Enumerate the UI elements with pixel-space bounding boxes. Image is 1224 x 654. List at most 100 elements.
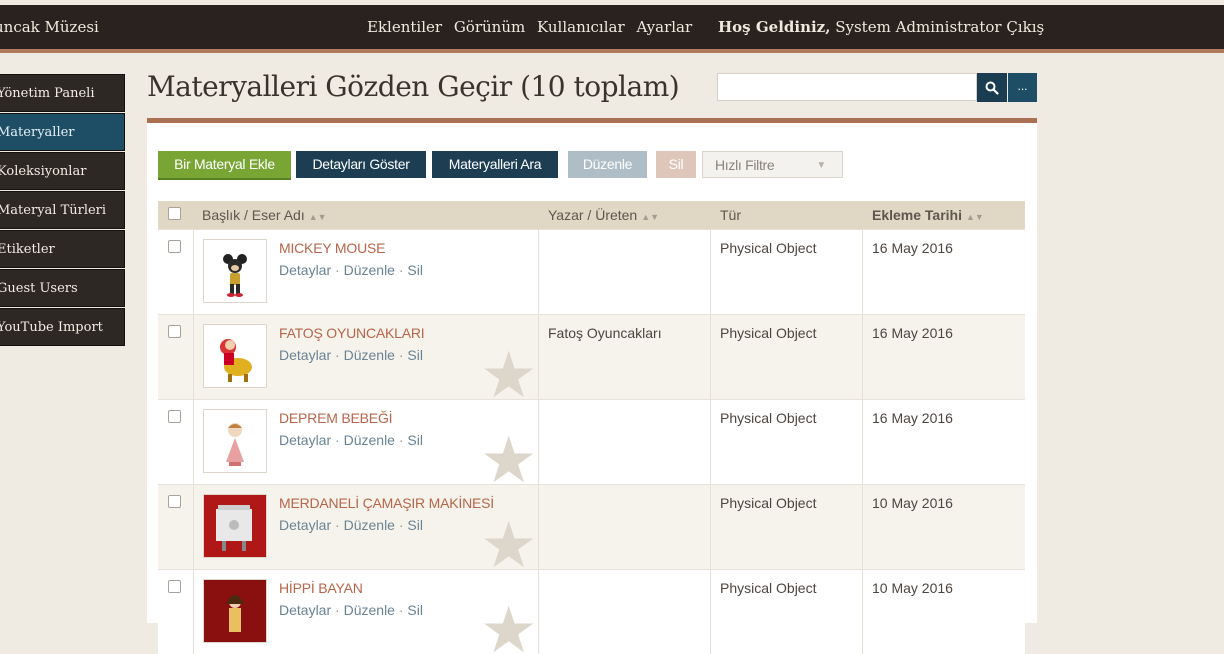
item-date: 16 May 2016 [872, 410, 953, 426]
row-actions: Detaylar · Düzenle · Sil [279, 517, 423, 533]
item-type: Physical Object [720, 410, 817, 426]
table-row: ★ DEPREM BEBEĞİ Detaylar · Düzenle · Sil… [158, 399, 1025, 484]
item-title-link[interactable]: MERDANELİ ÇAMAŞIR MAKİNESİ [279, 495, 494, 511]
search-items-button[interactable]: Materyalleri Ara [432, 151, 558, 178]
row-actions: Detaylar · Düzenle · Sil [279, 432, 423, 448]
featured-star-icon: ★ [480, 509, 538, 569]
add-item-button[interactable]: Bir Materyal Ekle [158, 151, 291, 180]
delete-link[interactable]: Sil [407, 602, 423, 618]
edit-link[interactable]: Düzenle [344, 517, 395, 533]
nav-settings[interactable]: Ayarlar [636, 18, 692, 36]
sidebar-item-dashboard[interactable]: Yönetim Paneli [0, 74, 125, 112]
sidebar-item-tags[interactable]: Etiketler [0, 230, 125, 268]
item-author: Fatoş Oyuncakları [548, 325, 662, 341]
row-checkbox[interactable] [168, 580, 181, 593]
featured-star-icon: ★ [480, 424, 538, 484]
edit-link[interactable]: Düzenle [344, 602, 395, 618]
sidebar-item-item-types[interactable]: Materyal Türleri [0, 191, 125, 229]
header-type: Tür [720, 207, 741, 223]
sidebar-item-youtube-import[interactable]: YouTube Import [0, 308, 125, 346]
featured-star-icon: ★ [480, 594, 538, 654]
table-row: ★ HİPPİ BAYAN Detaylar · Düzenle · Sil P… [158, 569, 1025, 654]
details-link[interactable]: Detaylar [279, 602, 331, 618]
edit-link[interactable]: Düzenle [344, 432, 395, 448]
select-all-cell [168, 201, 181, 229]
item-date: 16 May 2016 [872, 240, 953, 256]
quick-filter-dropdown[interactable]: Hızlı Filtre ▼ [702, 151, 843, 178]
item-thumbnail[interactable] [203, 409, 267, 473]
row-actions: Detaylar · Düzenle · Sil [279, 262, 423, 278]
row-checkbox[interactable] [168, 495, 181, 508]
washing-machine-image [204, 495, 266, 557]
item-type: Physical Object [720, 580, 817, 596]
show-details-button[interactable]: Detayları Göster [296, 151, 426, 178]
page-title: Materyalleri Gözden Geçir (10 toplam) [147, 70, 680, 103]
site-title[interactable]: uncak Müzesi [0, 18, 99, 36]
row-checkbox[interactable] [168, 410, 181, 423]
item-type: Physical Object [720, 240, 817, 256]
edit-link[interactable]: Düzenle [344, 262, 395, 278]
details-link[interactable]: Detaylar [279, 347, 331, 363]
search-button[interactable] [977, 73, 1007, 102]
delete-link[interactable]: Sil [407, 432, 423, 448]
user-name-link[interactable]: System Administrator [835, 18, 1001, 36]
table-row: MICKEY MOUSE Detaylar · Düzenle · Sil Ph… [158, 229, 1025, 314]
hippie-lady-image [204, 580, 266, 642]
header-author-label: Yazar / Üreten [548, 207, 638, 223]
quick-filter-label: Hızlı Filtre [715, 157, 775, 173]
top-bar: uncak Müzesi Eklentiler Görünüm Kullanıc… [0, 5, 1224, 53]
nav-appearance[interactable]: Görünüm [454, 18, 525, 36]
sidebar-item-items[interactable]: Materyaller [0, 113, 125, 151]
header-date-label: Ekleme Tarihi [872, 207, 963, 223]
item-date: 16 May 2016 [872, 325, 953, 341]
doll-image [226, 423, 244, 466]
sort-icon: ▲▼ [308, 212, 327, 222]
item-title-link[interactable]: DEPREM BEBEĞİ [279, 410, 393, 426]
item-title-link[interactable]: FATOŞ OYUNCAKLARI [279, 325, 425, 341]
row-actions: Detaylar · Düzenle · Sil [279, 347, 423, 363]
delete-link[interactable]: Sil [407, 262, 423, 278]
header-date[interactable]: Ekleme Tarihi ▲▼ [872, 201, 984, 229]
item-type: Physical Object [720, 495, 817, 511]
sidebar: Yönetim Paneli Materyaller Koleksiyonlar… [0, 74, 125, 347]
header-title-label: Başlık / Eser Adı [202, 207, 305, 223]
row-checkbox[interactable] [168, 325, 181, 338]
sort-icon: ▲▼ [641, 212, 660, 222]
table-row: ★ MERDANELİ ÇAMAŞIR MAKİNESİ Detaylar · … [158, 484, 1025, 569]
fatos-toy-image [220, 339, 252, 382]
advanced-search-button[interactable]: ... [1008, 73, 1037, 102]
batch-delete-button[interactable]: Sil [656, 151, 696, 178]
user-welcome: Hoş Geldiniz, System Administrator Çıkış [718, 18, 1044, 36]
delete-link[interactable]: Sil [407, 347, 423, 363]
nav-users[interactable]: Kullanıcılar [537, 18, 625, 36]
search-input[interactable] [717, 73, 977, 101]
items-table: MICKEY MOUSE Detaylar · Düzenle · Sil Ph… [158, 229, 1025, 654]
header-author[interactable]: Yazar / Üreten ▲▼ [548, 201, 659, 229]
item-date: 10 May 2016 [872, 495, 953, 511]
logout-link[interactable]: Çıkış [1006, 18, 1044, 36]
details-link[interactable]: Detaylar [279, 432, 331, 448]
item-thumbnail[interactable] [203, 579, 267, 643]
item-title-link[interactable]: HİPPİ BAYAN [279, 580, 363, 596]
item-thumbnail[interactable] [203, 239, 267, 303]
sidebar-item-guest-users[interactable]: Guest Users [0, 269, 125, 307]
select-all-checkbox[interactable] [168, 207, 181, 220]
header-title[interactable]: Başlık / Eser Adı ▲▼ [202, 201, 327, 229]
row-checkbox[interactable] [168, 240, 181, 253]
details-link[interactable]: Detaylar [279, 517, 331, 533]
item-thumbnail[interactable] [203, 494, 267, 558]
featured-star-icon: ★ [480, 339, 538, 399]
nav-plugins[interactable]: Eklentiler [367, 18, 442, 36]
items-panel: Bir Materyal Ekle Detayları Göster Mater… [147, 118, 1037, 654]
sidebar-item-collections[interactable]: Koleksiyonlar [0, 152, 125, 190]
item-thumbnail[interactable] [203, 324, 267, 388]
welcome-label: Hoş Geldiniz, [718, 18, 831, 36]
details-link[interactable]: Detaylar [279, 262, 331, 278]
chevron-down-icon: ▼ [816, 160, 826, 171]
item-title-link[interactable]: MICKEY MOUSE [279, 240, 385, 256]
top-nav: Eklentiler Görünüm Kullanıcılar Ayarlar [367, 18, 699, 36]
table-row: ★ FATOŞ OYUNCAKLARI Detaylar · Düzenle ·… [158, 314, 1025, 399]
batch-edit-button[interactable]: Düzenle [568, 151, 647, 178]
edit-link[interactable]: Düzenle [344, 347, 395, 363]
delete-link[interactable]: Sil [407, 517, 423, 533]
